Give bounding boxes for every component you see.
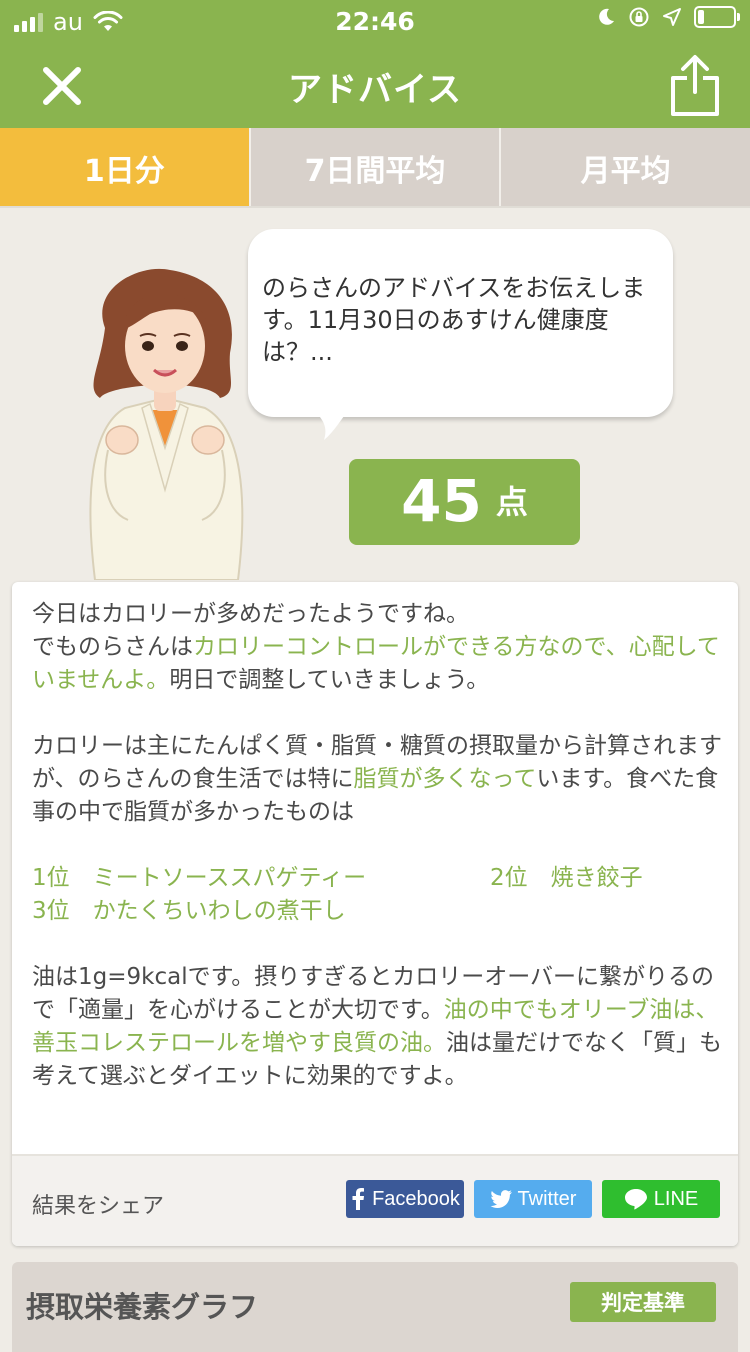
location-icon — [663, 8, 681, 26]
advice-text-segment: 今日はカロリーが多めだったようですね。 — [32, 601, 469, 627]
share-icon[interactable] — [668, 52, 722, 118]
advice-text-segment: 明日で調整していきましょう。 — [169, 667, 490, 693]
twitter-bird-icon — [490, 1190, 512, 1208]
navigation-bar: アドバイス — [0, 42, 750, 128]
score-value: 45 — [401, 467, 482, 535]
twitter-share-button[interactable]: Twitter — [474, 1180, 592, 1218]
nutrient-graph-title: 摂取栄養素グラフ — [26, 1290, 259, 1324]
ranking-item-1: 1位 ミートソーススパゲティー — [32, 865, 367, 891]
share-label: 結果をシェア — [32, 1194, 165, 1219]
advice-paragraph-2: カロリーは主にたんぱく質・脂質・糖質の摂取量から計算されますが、のらさんの食生活… — [32, 730, 722, 829]
tabs-divider — [0, 206, 750, 208]
share-bar: 結果をシェア Facebook Twitter LINE — [12, 1154, 738, 1246]
fat-ranking-list: 1位 ミートソーススパゲティー 2位 焼き餃子 3位 かたくちいわしの煮干し — [32, 862, 722, 928]
tab-monthly-average[interactable]: 月平均 — [499, 128, 750, 208]
advice-paragraph-1: 今日はカロリーが多めだったようですね。 でものらさんはカロリーコントロールができ… — [32, 598, 722, 697]
page-title: アドバイス — [288, 70, 462, 110]
twitter-label: Twitter — [517, 1187, 577, 1210]
ranking-item-2: 2位 焼き餃子 — [490, 865, 643, 891]
moon-icon — [599, 8, 614, 25]
criteria-button[interactable]: 判定基準 — [570, 1282, 716, 1322]
status-bar: au 22:46 — [0, 0, 750, 42]
status-right — [596, 6, 740, 28]
tab-seven-day-average[interactable]: 7日間平均 — [248, 128, 500, 208]
ranking-item-3: 3位 かたくちいわしの煮干し — [32, 898, 346, 924]
advice-text-segment: でものらさんは — [32, 634, 193, 660]
line-share-button[interactable]: LINE — [602, 1180, 720, 1218]
advice-paragraph-3: 油は1g=9kcalです。摂りすぎるとカロリーオーバーに繋がりるので「適量」を心… — [32, 961, 722, 1093]
tab-one-day[interactable]: 1日分 — [0, 128, 249, 208]
facebook-label: Facebook — [372, 1187, 460, 1210]
advice-card: 今日はカロリーが多めだったようですね。 でものらさんはカロリーコントロールができ… — [12, 582, 738, 1246]
line-label: LINE — [653, 1187, 699, 1210]
health-score-badge: 45 点 — [349, 459, 580, 545]
line-chat-icon — [624, 1189, 647, 1210]
speech-bubble-text: のらさんのアドバイスをお伝えします。11月30日のあすけん健康度は？... — [262, 274, 646, 366]
facebook-share-button[interactable]: Facebook — [346, 1180, 464, 1218]
advice-text: 今日はカロリーが多めだったようですね。 でものらさんはカロリーコントロールができ… — [32, 598, 722, 1126]
ranking-row: 3位 かたくちいわしの煮干し — [32, 895, 722, 928]
advisor-character-illustration — [89, 268, 244, 580]
score-unit: 点 — [495, 483, 528, 521]
speech-bubble-tail — [310, 408, 350, 440]
period-tabs: 1日分 7日間平均 月平均 — [0, 128, 750, 208]
facebook-icon — [352, 1188, 365, 1210]
advice-highlight: 脂質が多くなって — [353, 766, 537, 792]
ranking-row: 1位 ミートソーススパゲティー 2位 焼き餃子 — [32, 862, 722, 895]
rotation-lock-icon — [629, 7, 649, 27]
battery-icon — [694, 6, 740, 28]
nutrient-graph-section: 摂取栄養素グラフ 判定基準 — [12, 1262, 738, 1352]
